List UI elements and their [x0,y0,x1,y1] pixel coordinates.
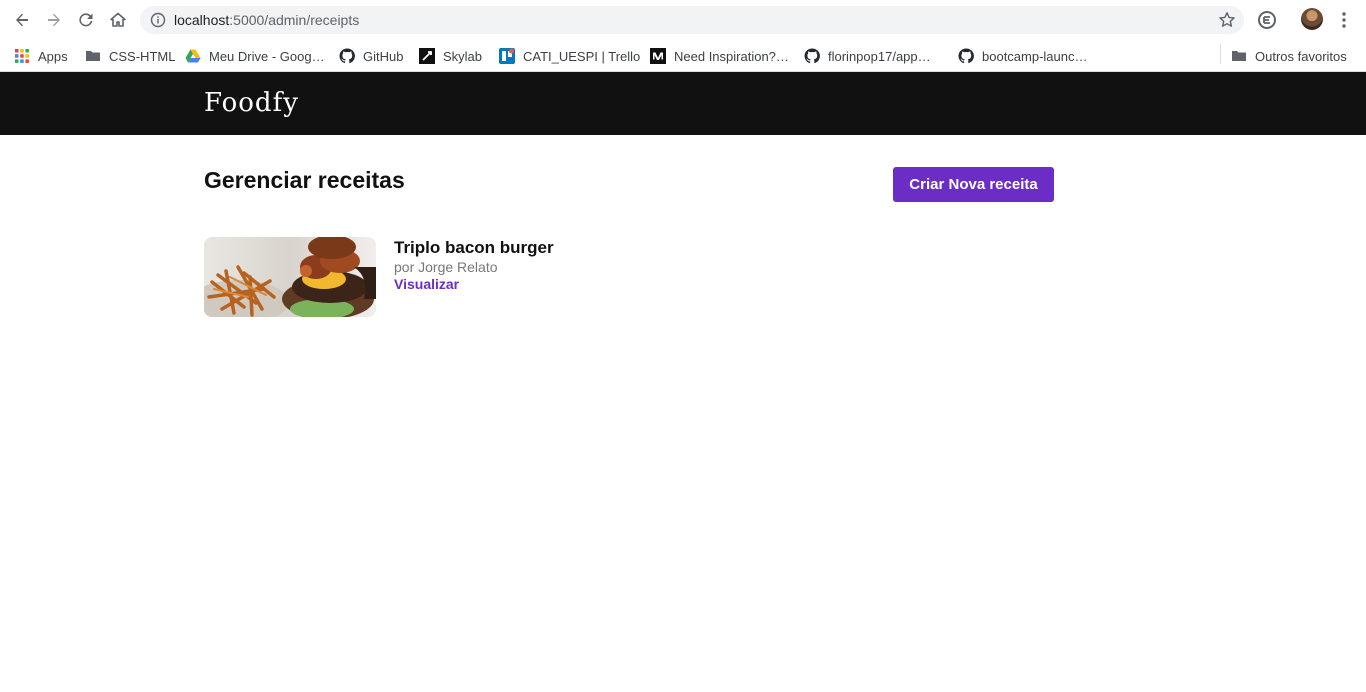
bookmark-trello[interactable]: CATI_UESPI | Trello [499,45,640,67]
github-icon [804,48,820,64]
address-bar[interactable]: localhost:5000/admin/receipts [140,6,1244,34]
bookmark-other-favorites[interactable]: Outros favoritos [1231,45,1347,67]
bookmark-apps[interactable]: Apps [14,45,68,67]
apps-grid-icon [15,49,29,63]
home-icon[interactable] [106,8,130,32]
folder-icon [86,51,100,61]
folder-icon [1232,51,1246,61]
recipe-title: Triplo bacon burger [394,238,554,257]
bookmarks-divider [1220,44,1221,64]
trello-icon [499,48,515,64]
google-drive-icon [185,49,201,63]
github-icon [958,48,974,64]
bookmark-bootcamp[interactable]: bootcamp-launc… [958,45,1088,67]
site-logo[interactable]: Foodfy [204,88,299,118]
bookmark-css-html[interactable]: CSS-HTML [85,45,175,67]
bookmark-medium[interactable]: Need Inspiration?… [650,45,789,67]
forward-arrow-icon[interactable] [42,8,66,32]
back-arrow-icon[interactable] [10,8,34,32]
view-recipe-link[interactable]: Visualizar [394,276,459,292]
url-text: localhost:5000/admin/receipts [174,12,360,28]
medium-icon [650,48,666,64]
skylab-icon [419,48,435,64]
reload-icon[interactable] [74,8,98,32]
browser-toolbar: localhost:5000/admin/receipts [0,0,1366,40]
extension-icon[interactable] [1257,10,1277,30]
bookmark-star-icon[interactable] [1218,11,1236,29]
profile-avatar[interactable] [1301,8,1323,30]
recipe-image [204,237,376,317]
bookmarks-bar: Apps CSS-HTML Meu Drive - Goog… GitHub S… [0,40,1366,72]
page-title: Gerenciar receitas [204,167,405,193]
create-recipe-button[interactable]: Criar Nova receita [893,167,1054,202]
bookmark-florinpop[interactable]: florinpop17/app… [804,45,931,67]
bookmark-skylab[interactable]: Skylab [419,45,482,67]
bookmark-github[interactable]: GitHub [339,45,403,67]
more-menu-icon[interactable] [1336,10,1352,30]
bookmark-google-drive[interactable]: Meu Drive - Goog… [185,45,325,67]
github-icon [339,48,355,64]
recipe-card: Triplo bacon burger por Jorge Relato Vis… [204,237,704,317]
site-info-icon[interactable] [150,12,166,28]
recipe-author: por Jorge Relato [394,259,498,275]
